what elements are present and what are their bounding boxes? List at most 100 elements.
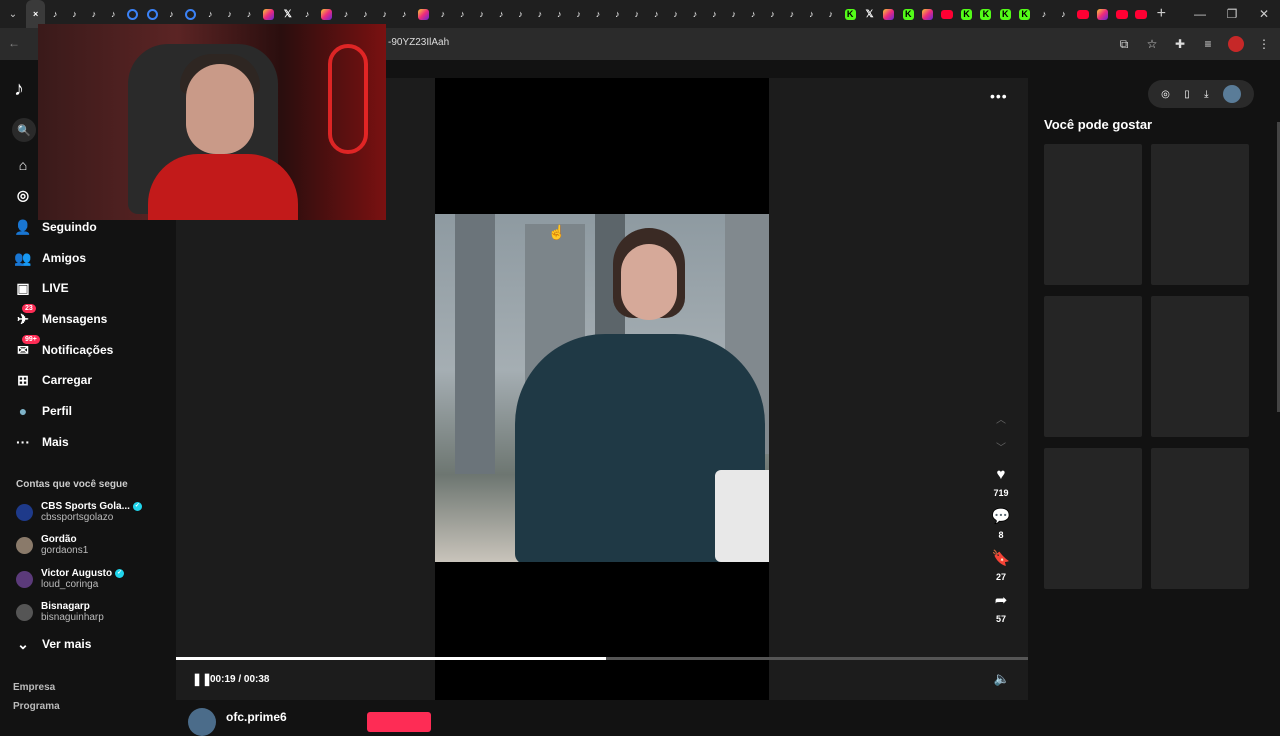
author-username[interactable]: ofc.prime6 (226, 710, 287, 724)
browser-tab-tiktok[interactable]: ♪ (782, 0, 801, 28)
browser-tab-tiktok[interactable]: ♪ (511, 0, 530, 28)
browser-tab-tiktok[interactable]: ♪ (394, 0, 413, 28)
suggested-video-card[interactable] (1151, 448, 1249, 589)
footer-link-empresa[interactable]: Empresa (13, 682, 55, 693)
following-account[interactable]: Gordão gordaons1 (16, 534, 88, 556)
more-options-button[interactable]: ••• (990, 88, 1008, 104)
volume-icon[interactable]: 🔈 (994, 671, 1010, 687)
browser-tab-yt[interactable] (1073, 0, 1092, 28)
like-heart-icon[interactable]: ♥ (991, 464, 1011, 484)
following-account[interactable]: CBS Sports Gola... ✓ cbssportsgolazo (16, 501, 142, 523)
browser-tab-kick[interactable]: K (996, 0, 1015, 28)
url-text[interactable]: -90YZ23IlAah (388, 37, 449, 48)
explore-icon[interactable]: ◎ (14, 186, 32, 204)
user-avatar[interactable] (1222, 85, 1241, 103)
install-app-icon[interactable]: ⧉ (1114, 34, 1134, 54)
sidebar-item-notificações[interactable]: ✉ 99+ Notificações (14, 335, 113, 359)
browser-tab-kick[interactable]: K (1015, 0, 1034, 28)
browser-tab-tiktok[interactable]: ♪ (491, 0, 510, 28)
browser-tab-tiktok[interactable]: ♪ (608, 0, 627, 28)
browser-tab-insta[interactable] (1092, 0, 1111, 28)
browser-tab-tiktok[interactable]: ♪ (647, 0, 666, 28)
sidebar-item-mensagens[interactable]: ✈ 23 Mensagens (14, 304, 107, 328)
browser-tab-tiktok[interactable]: ♪ (453, 0, 472, 28)
browser-tab-tiktok[interactable]: ♪ (763, 0, 782, 28)
browser-tab-kick[interactable]: K (976, 0, 995, 28)
video-actions: ︿ ﹀ ♥ 719 💬 8 🔖 27 ➦ 57 (988, 404, 1014, 628)
download-icon[interactable]: ⤓ (1204, 89, 1208, 100)
tiktok-logo-icon[interactable]: ♪ (14, 78, 24, 101)
author-avatar[interactable] (188, 708, 216, 736)
tab-search-button[interactable]: ⌄ (0, 0, 26, 28)
browser-tab-tiktok[interactable]: ♪ (588, 0, 607, 28)
tiktok-favicon-icon: ♪ (634, 8, 640, 19)
browser-tab-insta[interactable] (918, 0, 937, 28)
save-count: 27 (995, 572, 1006, 582)
browser-tab-tiktok[interactable]: ♪ (569, 0, 588, 28)
suggested-video-card[interactable] (1151, 144, 1249, 285)
profile-icon[interactable] (1226, 34, 1246, 54)
browser-tab-tiktok[interactable]: ♪ (685, 0, 704, 28)
video-content[interactable] (435, 214, 769, 562)
device-icon[interactable]: ▯ (1184, 89, 1190, 100)
browser-tab-tiktok[interactable]: ♪ (550, 0, 569, 28)
sidebar-item-live[interactable]: ▣ LIVE (14, 279, 68, 297)
back-arrow-icon[interactable]: ← (8, 36, 20, 50)
new-tab-button[interactable]: + (1157, 5, 1166, 23)
share-icon[interactable]: ➦ (991, 590, 1011, 610)
browser-tab-tiktok[interactable]: ♪ (743, 0, 762, 28)
following-account[interactable]: Bisnagarp bisnaguinharp (16, 601, 104, 623)
browser-tab-yt[interactable] (937, 0, 956, 28)
browser-tab-tiktok[interactable]: ♪ (666, 0, 685, 28)
suggested-video-card[interactable] (1044, 448, 1142, 589)
browser-tab-tiktok[interactable]: ♪ (724, 0, 743, 28)
browser-tab-x[interactable]: 𝕏 (860, 0, 879, 28)
browser-tab-kick[interactable]: K (840, 0, 859, 28)
avatar (16, 503, 33, 521)
browser-tab-tiktok[interactable]: ♪ (530, 0, 549, 28)
browser-tab-insta[interactable] (879, 0, 898, 28)
browser-tab-tiktok[interactable]: ♪ (627, 0, 646, 28)
browser-tab-yt[interactable] (1131, 0, 1150, 28)
sidebar-item-carregar[interactable]: ⊞ Carregar (14, 371, 92, 389)
bookmark-icon[interactable]: 🔖 (991, 548, 1011, 568)
bookmark-star-icon[interactable]: ☆ (1142, 34, 1162, 54)
sidebar-item-perfil[interactable]: ● Perfil (14, 402, 72, 420)
extensions-icon[interactable]: ✚ (1170, 34, 1190, 54)
yt-favicon-icon (941, 9, 954, 19)
browser-tab-tiktok[interactable]: ♪ (802, 0, 821, 28)
minimize-button[interactable]: — (1184, 0, 1216, 28)
insta-favicon-icon (1096, 8, 1108, 20)
sidebar-item-seguindo[interactable]: 👤 Seguindo (14, 218, 96, 236)
footer-link-programa[interactable]: Programa (13, 701, 60, 712)
browser-tab-insta[interactable] (414, 0, 433, 28)
follow-button[interactable] (367, 712, 431, 732)
browser-tab-tiktok[interactable]: ♪ (433, 0, 452, 28)
explore-icon[interactable]: ◎ (1161, 89, 1170, 100)
restore-button[interactable]: ❐ (1216, 0, 1248, 28)
suggested-video-card[interactable] (1044, 144, 1142, 285)
suggested-video-card[interactable] (1044, 296, 1142, 437)
browser-tab-tiktok[interactable]: ♪ (1034, 0, 1053, 28)
browser-menu-icon[interactable]: ⋮ (1254, 34, 1274, 54)
see-more-button[interactable]: ⌄ Ver mais (14, 635, 91, 653)
next-video-button[interactable]: ﹀ (996, 432, 1006, 460)
search-icon[interactable]: 🔍 (12, 118, 36, 142)
browser-tab-tiktok[interactable]: ♪ (705, 0, 724, 28)
sidebar-item-amigos[interactable]: 👥 Amigos (14, 249, 86, 267)
suggested-video-card[interactable] (1151, 296, 1249, 437)
previous-video-button[interactable]: ︿ (996, 404, 1006, 432)
home-icon[interactable]: ⌂ (14, 156, 32, 174)
browser-tab-tiktok[interactable]: ♪ (1054, 0, 1073, 28)
close-window-button[interactable]: ✕ (1248, 0, 1280, 28)
browser-tab-kick[interactable]: K (957, 0, 976, 28)
browser-tab-tiktok[interactable]: ♪ (821, 0, 840, 28)
tiktok-favicon-icon: ♪ (169, 8, 174, 19)
browser-tab-kick[interactable]: K (899, 0, 918, 28)
media-controls-icon[interactable]: ≡ (1198, 34, 1218, 54)
browser-tab-yt[interactable] (1112, 0, 1131, 28)
following-account[interactable]: Victor Augusto ✓ loud_coringa (16, 568, 125, 590)
sidebar-item-mais[interactable]: ··· Mais (14, 433, 69, 451)
browser-tab-tiktok[interactable]: ♪ (472, 0, 491, 28)
comment-icon[interactable]: 💬 (991, 506, 1011, 526)
